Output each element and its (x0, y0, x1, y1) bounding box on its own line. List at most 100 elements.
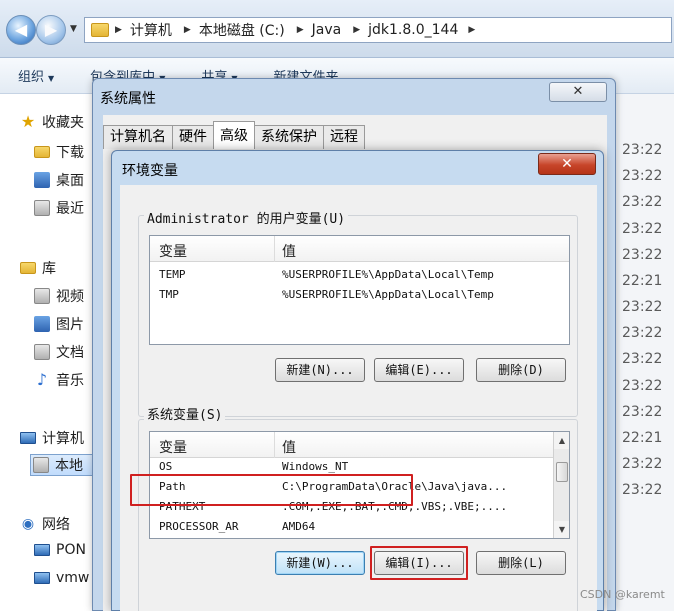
variable-name: OS (159, 460, 173, 473)
user-new-button[interactable]: 新建(N)... (275, 358, 365, 382)
sidebar-item-local-disk[interactable]: 本地 (30, 454, 100, 476)
sidebar-item-computer[interactable]: 计算机 (20, 428, 84, 448)
table-row[interactable]: PATHEXT .COM;.EXE;.BAT;.CMD;.VBS;.VBE;..… (150, 498, 554, 518)
column-header-variable[interactable]: 变量 (159, 437, 187, 457)
file-time: 23:22 (622, 247, 663, 263)
sidebar-item-network[interactable]: ◉ 网络 (20, 514, 70, 534)
picture-icon (34, 316, 50, 332)
close-button[interactable]: ✕ (549, 82, 607, 102)
video-icon (34, 288, 50, 304)
list-header: 变量 值 (150, 432, 569, 458)
breadcrumb-local-disk[interactable]: ▶ 本地磁盘 (C:) (184, 20, 285, 40)
tab-advanced[interactable]: 高级 (213, 121, 255, 149)
sidebar-item-desktop[interactable]: 桌面 (34, 170, 84, 190)
tab-hardware[interactable]: 硬件 (172, 125, 214, 149)
history-dropdown-icon[interactable]: ▼ (70, 24, 77, 34)
system-variables-list[interactable]: 变量 值 OS Windows_NT Path C:\ProgramData\O… (149, 431, 570, 539)
computer-icon (20, 432, 36, 444)
network-icon: ◉ (21, 516, 35, 532)
navigation-pane: ★ 收藏夹 下载 桌面 最近 库 视频 图片 文档 ♪ 音乐 计算机 本地 ◉ 网络 … (0, 94, 100, 611)
column-header-variable[interactable]: 变量 (159, 241, 187, 261)
user-edit-button[interactable]: 编辑(E)... (374, 358, 464, 382)
variable-value: %USERPROFILE%\AppData\Local\Temp (282, 268, 494, 281)
drive-icon (33, 457, 49, 473)
column-separator[interactable] (274, 236, 275, 262)
table-row[interactable]: Path C:\ProgramData\Oracle\Java\java... (150, 478, 554, 498)
variable-name: TMP (159, 288, 179, 301)
scroll-up-icon[interactable]: ▲ (554, 432, 569, 449)
sidebar-item-pc1[interactable]: PON (34, 542, 86, 558)
chevron-right-icon: ▶ (296, 25, 304, 35)
star-icon: ★ (20, 112, 36, 131)
sidebar-item-music[interactable]: ♪ 音乐 (34, 370, 84, 390)
address-bar[interactable]: ▶ 计算机 ▶ 本地磁盘 (C:) ▶ Java ▶ jdk1.8.0_144 ▶ (84, 17, 672, 43)
dialog-title: 环境变量 (122, 163, 178, 179)
watermark: CSDN @karemt (580, 588, 665, 601)
sidebar-item-favorites[interactable]: ★ 收藏夹 (20, 112, 84, 132)
variable-value: Windows_NT (282, 460, 349, 473)
back-arrow-icon: ◀ (14, 20, 28, 39)
tab-system-protection[interactable]: 系统保护 (254, 125, 324, 149)
table-row[interactable]: OS Windows_NT (150, 458, 554, 478)
file-time: 23:22 (622, 142, 663, 158)
toolbar-organize[interactable]: 组织 ▼ (18, 66, 54, 85)
user-variables-list[interactable]: 变量 值 TEMP %USERPROFILE%\AppData\Local\Te… (149, 235, 570, 345)
breadcrumb-java[interactable]: ▶ Java (297, 22, 342, 38)
close-button[interactable]: ✕ (538, 153, 596, 175)
system-variables-label: 系统变量(S) (144, 404, 226, 423)
document-icon (34, 344, 50, 360)
chevron-right-icon: ▶ (468, 25, 476, 35)
breadcrumb-computer[interactable]: ▶ 计算机 (115, 20, 172, 40)
column-header-value[interactable]: 值 (282, 437, 296, 457)
vertical-scrollbar[interactable]: ▲ ▼ (553, 432, 569, 538)
close-icon: ✕ (561, 156, 573, 172)
sidebar-item-libraries[interactable]: 库 (20, 258, 56, 278)
table-row[interactable]: TMP %USERPROFILE%\AppData\Local\Temp (150, 286, 569, 306)
close-icon: ✕ (572, 84, 584, 99)
sidebar-item-pc2[interactable]: vmw (34, 570, 89, 586)
forward-arrow-icon: ▶ (44, 20, 58, 39)
column-header-value[interactable]: 值 (282, 241, 296, 261)
sidebar-item-documents[interactable]: 文档 (34, 342, 84, 362)
tab-computer-name[interactable]: 计算机名 (103, 125, 173, 149)
scroll-thumb[interactable] (556, 462, 568, 482)
tab-remote[interactable]: 远程 (323, 125, 365, 149)
system-new-button[interactable]: 新建(W)... (275, 551, 365, 575)
sidebar-item-videos[interactable]: 视频 (34, 286, 84, 306)
variable-value: .COM;.EXE;.BAT;.CMD;.VBS;.VBE;.... (282, 500, 508, 513)
variable-name: PROCESSOR_AR (159, 520, 239, 533)
breadcrumb-jdk[interactable]: ▶ jdk1.8.0_144 ▶ (353, 22, 483, 38)
table-row[interactable]: PROCESSOR_AR AMD64 (150, 518, 554, 538)
window-title: 系统属性 (100, 91, 156, 107)
chevron-right-icon: ▶ (353, 25, 361, 35)
dropdown-icon: ▼ (48, 74, 55, 83)
sidebar-item-pictures[interactable]: 图片 (34, 314, 84, 334)
system-delete-button[interactable]: 删除(L) (476, 551, 566, 575)
file-time: 23:22 (622, 168, 663, 184)
back-button[interactable]: ◀ (6, 15, 36, 45)
scroll-down-icon[interactable]: ▼ (554, 521, 569, 538)
file-time: 23:22 (622, 482, 663, 498)
file-time: 22:21 (622, 430, 663, 446)
variable-name: PATHEXT (159, 500, 206, 513)
music-note-icon: ♪ (36, 370, 48, 389)
variable-value: AMD64 (282, 520, 316, 533)
address-strip: ◀ ▶ ▼ ▶ 计算机 ▶ 本地磁盘 (C:) ▶ Java ▶ jdk1.8.0_14… (0, 0, 674, 58)
table-row[interactable]: TEMP %USERPROFILE%\AppData\Local\Temp (150, 266, 569, 286)
user-delete-button[interactable]: 删除(D) (476, 358, 566, 382)
sidebar-item-downloads[interactable]: 下载 (34, 142, 84, 162)
forward-button[interactable]: ▶ (36, 15, 66, 45)
variable-value: C:\ProgramData\Oracle\Java\java... (282, 480, 508, 493)
desktop-icon (34, 172, 50, 188)
file-time: 23:22 (622, 194, 663, 210)
system-edit-button[interactable]: 编辑(I)... (374, 551, 464, 575)
dialog-body: Administrator 的用户变量(U) 变量 值 TEMP %USERPR… (120, 185, 597, 611)
sidebar-item-recent[interactable]: 最近 (34, 198, 84, 218)
chevron-right-icon: ▶ (115, 25, 122, 35)
file-time: 23:22 (622, 325, 663, 341)
variable-value: %USERPROFILE%\AppData\Local\Temp (282, 288, 494, 301)
column-separator[interactable] (274, 432, 275, 458)
environment-variables-dialog: 环境变量 ✕ Administrator 的用户变量(U) 变量 值 TEMP … (111, 150, 604, 611)
library-icon (20, 262, 36, 274)
variable-name: Path (159, 480, 186, 493)
